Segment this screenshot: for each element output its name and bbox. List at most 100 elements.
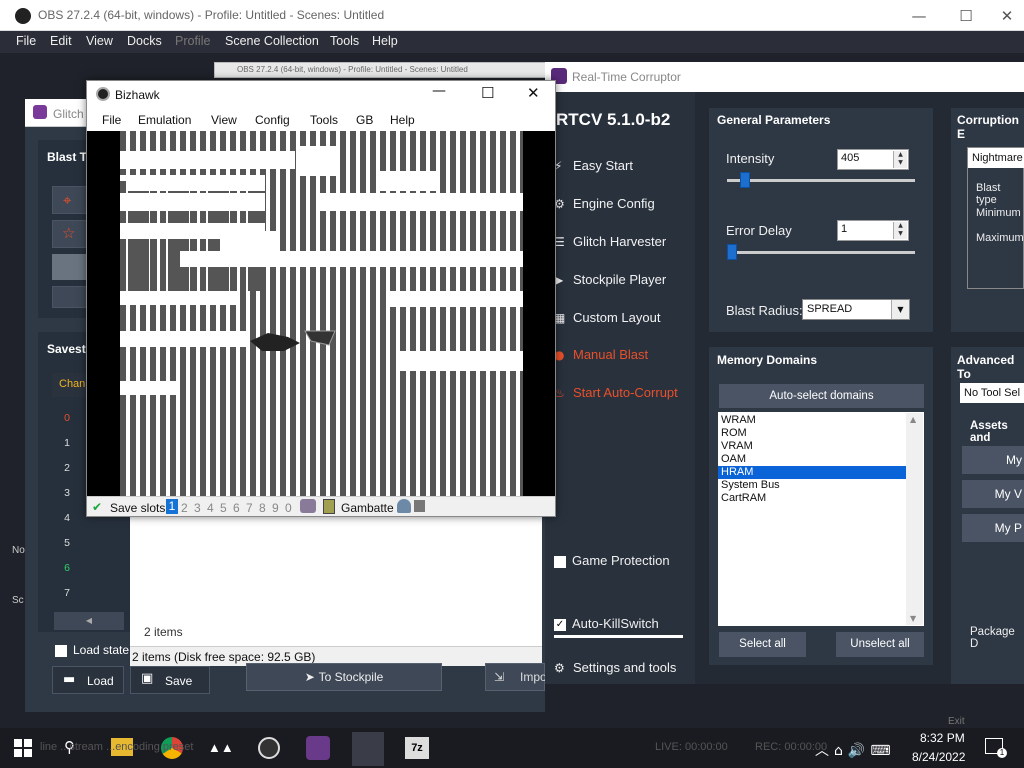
clock-time[interactable]: 8:32 PM bbox=[920, 731, 965, 745]
maximize-icon[interactable]: ☐ bbox=[945, 4, 987, 28]
error-delay-slider-track[interactable] bbox=[727, 251, 915, 254]
auto-killswitch-checkbox[interactable]: ✓ Auto-KillSwitch bbox=[554, 616, 659, 631]
domain-item[interactable]: System Bus bbox=[718, 479, 924, 492]
domain-list-scrollbar[interactable]: ▲ ▼ bbox=[906, 413, 923, 625]
obs-menu-view[interactable]: View bbox=[86, 34, 113, 48]
memory-domain-list[interactable]: WRAM ROM VRAM OAM HRAM System Bus CartRA… bbox=[718, 412, 924, 626]
nav-label: Custom Layout bbox=[573, 310, 661, 325]
my-button[interactable]: My bbox=[962, 446, 1024, 474]
load-button[interactable]: ▬ Load bbox=[52, 666, 124, 694]
nav-manual-blast[interactable]: ● Manual Blast bbox=[554, 347, 648, 362]
savestate-slot[interactable]: 3 bbox=[56, 484, 78, 503]
nav-start-auto-corrupt[interactable]: ♨ Start Auto-Corrupt bbox=[554, 385, 678, 400]
save-slot-active[interactable]: 1 bbox=[166, 499, 178, 514]
obs-menu-edit[interactable]: Edit bbox=[50, 34, 72, 48]
rtcv-taskbar-icon[interactable] bbox=[306, 736, 330, 760]
domain-item-selected[interactable]: HRAM bbox=[718, 466, 906, 479]
save-button[interactable]: ▣ Save bbox=[130, 666, 210, 694]
to-stockpile-button[interactable]: ➤ To Stockpile bbox=[246, 663, 442, 691]
bizhawk-taskbar-icon[interactable] bbox=[352, 732, 384, 766]
scroll-down-icon[interactable]: ▼ bbox=[910, 614, 916, 623]
nav-engine-config[interactable]: ⚙ Engine Config bbox=[554, 196, 655, 211]
save-slot[interactable]: 5 bbox=[220, 501, 227, 515]
engine-select[interactable]: Nightmare bbox=[968, 148, 1024, 168]
save-slot[interactable]: 4 bbox=[207, 501, 214, 515]
save-label: Save bbox=[165, 674, 193, 688]
import-button[interactable]: ⇲ Impo bbox=[485, 663, 547, 691]
savestate-slot[interactable]: 1 bbox=[56, 434, 78, 453]
scroll-up-icon[interactable]: ▲ bbox=[910, 415, 916, 424]
bh-menu-gb[interactable]: GB bbox=[356, 113, 373, 127]
obs-menu-docks[interactable]: Docks bbox=[127, 34, 162, 48]
save-slot[interactable]: 3 bbox=[194, 501, 201, 515]
obs-menu-tools[interactable]: Tools bbox=[330, 34, 359, 48]
domain-item[interactable]: ROM bbox=[718, 427, 924, 440]
settings-and-tools-button[interactable]: ⚙ Settings and tools bbox=[554, 660, 676, 675]
spinner-icon[interactable]: ▲ ▼ bbox=[893, 151, 907, 168]
game-protection-checkbox[interactable]: Game Protection bbox=[554, 553, 670, 568]
obs-window-title: OBS 27.2.4 (64-bit, windows) - Profile: … bbox=[38, 8, 385, 22]
select-all-button[interactable]: Select all bbox=[719, 632, 806, 657]
spinner-icon[interactable]: ▲ ▼ bbox=[893, 222, 907, 239]
nav-easy-start[interactable]: ⚡ Easy Start bbox=[554, 158, 633, 173]
minimize-icon[interactable]: — bbox=[432, 83, 446, 99]
app-icon[interactable]: ▲▲ bbox=[208, 740, 234, 764]
obs-menu-help[interactable]: Help bbox=[372, 34, 398, 48]
intensity-slider-track[interactable] bbox=[727, 179, 915, 182]
domain-item[interactable]: VRAM bbox=[718, 440, 924, 453]
intensity-input[interactable]: 405 ▲ ▼ bbox=[837, 149, 909, 170]
tool-select[interactable]: No Tool Sel bbox=[960, 383, 1024, 403]
save-slot[interactable]: 8 bbox=[259, 501, 266, 515]
bh-menu-help[interactable]: Help bbox=[390, 113, 415, 127]
close-icon[interactable]: ✕ bbox=[992, 4, 1022, 28]
notification-icon[interactable]: 1 bbox=[985, 738, 1007, 758]
stockpile-list[interactable] bbox=[130, 500, 542, 665]
error-delay-slider-thumb[interactable] bbox=[727, 244, 737, 260]
checkbox-icon bbox=[554, 555, 566, 568]
system-tray-icons[interactable]: ︿⌂🔊⌨ bbox=[815, 740, 896, 760]
my-p-button[interactable]: My P bbox=[962, 514, 1024, 542]
save-slot[interactable]: 6 bbox=[233, 501, 240, 515]
bh-menu-tools[interactable]: Tools bbox=[310, 113, 338, 127]
obs-menu-profile[interactable]: Profile bbox=[175, 34, 210, 48]
domain-item[interactable]: WRAM bbox=[718, 414, 924, 427]
save-slot[interactable]: 2 bbox=[181, 501, 188, 515]
minimize-icon[interactable]: — bbox=[898, 4, 940, 28]
obs-taskbar-icon[interactable] bbox=[258, 737, 280, 759]
nav-glitch-harvester[interactable]: ☰ Glitch Harvester bbox=[554, 234, 666, 249]
savestate-slot[interactable]: 6 bbox=[56, 559, 78, 578]
save-slot[interactable]: 9 bbox=[272, 501, 279, 515]
maximize-icon[interactable]: ☐ bbox=[481, 84, 494, 102]
unselect-all-button[interactable]: Unselect all bbox=[836, 632, 924, 657]
7zip-icon[interactable]: 7z bbox=[405, 737, 429, 759]
obs-menu-scene-collection[interactable]: Scene Collection bbox=[225, 34, 319, 48]
nav-stockpile-player[interactable]: ▶ Stockpile Player bbox=[554, 272, 666, 287]
load-state-checkbox[interactable]: Load state bbox=[55, 643, 129, 657]
bh-menu-config[interactable]: Config bbox=[255, 113, 290, 127]
game-screen[interactable] bbox=[87, 131, 555, 496]
slots-scroll-left-icon[interactable]: ◀ bbox=[54, 612, 124, 630]
obs-menu-file[interactable]: File bbox=[16, 34, 36, 48]
save-slot[interactable]: 7 bbox=[246, 501, 253, 515]
my-v-button[interactable]: My V bbox=[962, 480, 1024, 508]
save-slot[interactable]: 0 bbox=[285, 501, 292, 515]
savestate-slot[interactable]: 7 bbox=[56, 584, 78, 603]
savestate-slot[interactable]: 0 bbox=[56, 409, 78, 428]
error-delay-input[interactable]: 1 ▲ ▼ bbox=[837, 220, 909, 241]
auto-select-domains-button[interactable]: Auto-select domains bbox=[719, 384, 924, 408]
savestate-slot[interactable]: 4 bbox=[56, 509, 78, 528]
close-icon[interactable]: ✕ bbox=[527, 84, 540, 102]
bh-menu-view[interactable]: View bbox=[211, 113, 237, 127]
savestate-slot[interactable]: 2 bbox=[56, 459, 78, 478]
bh-menu-file[interactable]: File bbox=[102, 113, 121, 127]
savestate-slot[interactable]: 5 bbox=[56, 534, 78, 553]
gear-icon: ⚙ bbox=[554, 661, 565, 675]
windows-start-icon[interactable] bbox=[14, 739, 40, 763]
blast-radius-select[interactable]: SPREAD ▼ bbox=[802, 299, 910, 320]
bh-menu-emulation[interactable]: Emulation bbox=[138, 113, 191, 127]
nav-custom-layout[interactable]: ▦ Custom Layout bbox=[554, 310, 660, 325]
domain-item[interactable]: OAM bbox=[718, 453, 924, 466]
domain-item[interactable]: CartRAM bbox=[718, 492, 924, 505]
clock-date[interactable]: 8/24/2022 bbox=[912, 750, 965, 764]
intensity-slider-thumb[interactable] bbox=[740, 172, 750, 188]
